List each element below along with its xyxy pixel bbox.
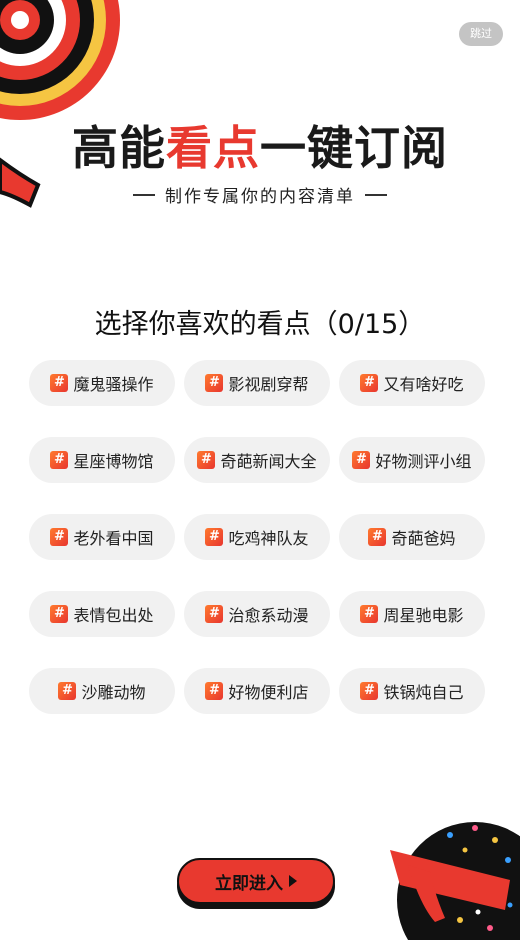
- hash-icon: #: [50, 374, 69, 392]
- tag-chip[interactable]: # 铁锅炖自己: [339, 668, 485, 714]
- tag-chip[interactable]: # 老外看中国: [29, 514, 175, 560]
- tag-chip[interactable]: # 沙雕动物: [29, 668, 175, 714]
- hash-icon: #: [205, 605, 224, 623]
- tag-chip[interactable]: # 吃鸡神队友: [184, 514, 330, 560]
- hash-icon: #: [205, 374, 224, 392]
- tag-chip[interactable]: # 表情包出处: [29, 591, 175, 637]
- tag-chip[interactable]: # 又有啥好吃: [339, 360, 485, 406]
- hash-icon: #: [368, 528, 387, 546]
- hash-icon: #: [50, 528, 69, 546]
- tag-chip[interactable]: # 好物便利店: [184, 668, 330, 714]
- hash-icon: #: [58, 682, 77, 700]
- hash-icon: #: [352, 451, 371, 469]
- dash-right: [365, 193, 387, 196]
- dash-left: [133, 193, 155, 196]
- tag-grid: # 魔鬼骚操作 # 影视剧穿帮 # 又有啥好吃 # 星座博物馆 # 奇葩新闻大全 # 好物测…: [29, 360, 490, 714]
- skip-button[interactable]: 跳过: [459, 22, 503, 46]
- hash-icon: #: [360, 374, 379, 392]
- hash-icon: #: [360, 682, 379, 700]
- selection-prompt: 选择你喜欢的看点（0/15）: [94, 309, 426, 340]
- hash-icon: #: [360, 605, 379, 623]
- tag-chip[interactable]: # 魔鬼骚操作: [29, 360, 175, 406]
- tag-chip[interactable]: # 治愈系动漫: [184, 591, 330, 637]
- hash-icon: #: [205, 528, 224, 546]
- tag-chip[interactable]: # 奇葩爸妈: [339, 514, 485, 560]
- tag-chip[interactable]: # 星座博物馆: [29, 437, 175, 483]
- tag-chip[interactable]: # 好物测评小组: [339, 437, 485, 483]
- decorative-ball: [390, 822, 520, 940]
- hero-title: 高能看点一键订阅: [72, 121, 448, 175]
- play-arrow-icon: [289, 875, 297, 887]
- hash-icon: #: [50, 451, 69, 469]
- hero-subtitle: 制作专属你的内容清单: [0, 182, 520, 207]
- hash-icon: #: [197, 451, 216, 469]
- tag-chip[interactable]: # 影视剧穿帮: [184, 360, 330, 406]
- hash-icon: #: [50, 605, 69, 623]
- enter-button[interactable]: 立即进入: [177, 858, 335, 904]
- tag-chip[interactable]: # 奇葩新闻大全: [184, 437, 330, 483]
- tag-chip[interactable]: # 周星驰电影: [339, 591, 485, 637]
- hash-icon: #: [205, 682, 224, 700]
